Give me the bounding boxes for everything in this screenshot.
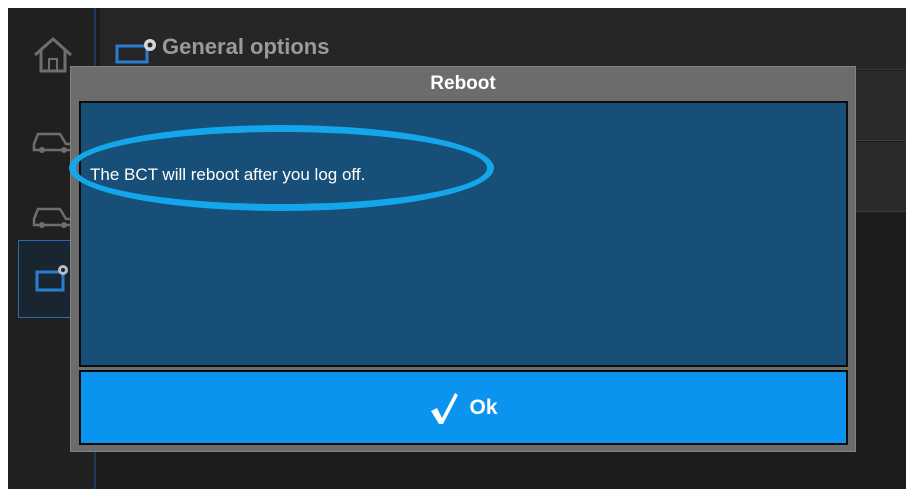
header: General options: [100, 8, 906, 70]
app-screen: General options Reboot The BCT will rebo…: [8, 8, 906, 489]
reboot-dialog: Reboot The BCT will reboot after you log…: [69, 66, 856, 452]
page-title: General options: [162, 34, 330, 59]
dialog-message: The BCT will reboot after you log off.: [90, 165, 366, 184]
settings-monitor-icon: [35, 265, 68, 292]
dialog-body: The BCT will reboot after you log off.: [69, 101, 848, 367]
checkmark-icon: [431, 392, 459, 424]
home-icon: [34, 36, 72, 73]
ok-button[interactable]: Ok: [79, 370, 848, 445]
dialog-title: Reboot: [430, 73, 496, 94]
ok-button-label: Ok: [469, 395, 498, 419]
settings-monitor-icon: [115, 39, 156, 64]
